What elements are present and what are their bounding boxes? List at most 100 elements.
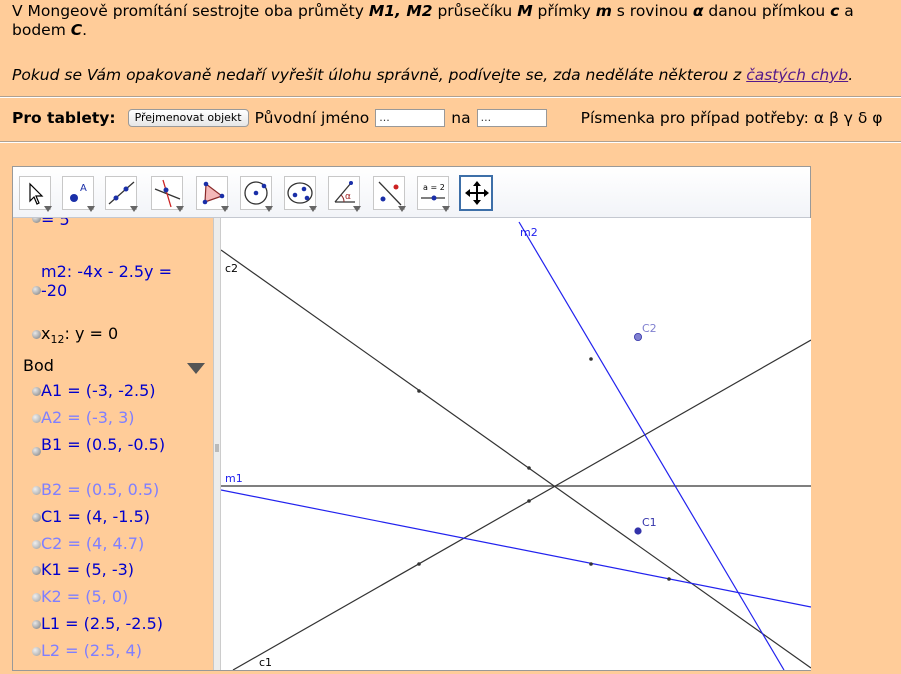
reflect-about-line-icon <box>378 181 402 206</box>
algebra-point-item[interactable]: K2 = (5, 0) <box>32 587 128 606</box>
point-B1[interactable] <box>527 499 531 503</box>
line-through-points-icon <box>108 181 135 205</box>
label-m2: m2 <box>520 226 538 239</box>
move-graphics-view-tool[interactable] <box>459 175 493 211</box>
algebra-point-text: A1 = (-3, -2.5) <box>41 381 156 400</box>
visibility-bullet-icon[interactable] <box>32 387 41 396</box>
x12-subscript: 12 <box>50 333 65 347</box>
task-text-part: M <box>517 2 533 20</box>
circle-tool[interactable] <box>240 176 273 212</box>
ellipse-icon <box>287 182 313 204</box>
original-name-input[interactable]: ... <box>375 109 446 127</box>
algebra-point-item[interactable]: A1 = (-3, -2.5) <box>32 381 156 400</box>
visibility-bullet-icon[interactable] <box>32 413 41 423</box>
svg-text:a = 2: a = 2 <box>423 183 445 192</box>
visibility-bullet-icon[interactable] <box>32 539 41 549</box>
visibility-bullet-icon[interactable] <box>32 286 41 295</box>
graphics-view[interactable]: c2 m2 C2 m1 C1 c1 <box>220 218 812 671</box>
reflect-tool[interactable] <box>373 176 406 212</box>
line-c2[interactable] <box>220 249 812 669</box>
algebra-point-text: L2 = (2.5, 4) <box>41 641 142 661</box>
label-c1: c1 <box>259 656 272 669</box>
visibility-bullet-icon[interactable] <box>32 620 41 630</box>
collapse-triangle-icon[interactable] <box>187 363 205 374</box>
four-way-arrow-icon <box>465 181 489 205</box>
point-C2[interactable] <box>633 333 642 342</box>
original-name-label: Původní jméno <box>254 109 370 127</box>
geogebra-applet: A α a = 2 = 5 m2: -4x - 2.5y = -20 x12: … <box>12 166 812 671</box>
line-tool[interactable] <box>105 176 138 212</box>
algebra-item-x12[interactable]: x12: y = 0 <box>32 324 118 347</box>
tool-menu-arrow-icon <box>221 206 229 212</box>
algebra-point-item[interactable]: A2 = (-3, 3) <box>32 408 135 427</box>
algebra-point-item[interactable]: L2 = (2.5, 4) <box>32 641 142 661</box>
common-mistakes-link[interactable]: častých chyb <box>746 66 848 84</box>
visibility-bullet-icon[interactable] <box>32 330 41 339</box>
perpendicular-line-icon <box>154 179 181 208</box>
point-K1[interactable] <box>667 577 671 581</box>
tablet-bar: Pro tablety: Přejmenovat objekt Původní … <box>12 107 883 129</box>
point-tool[interactable]: A <box>62 176 95 212</box>
visibility-bullet-icon[interactable] <box>32 647 41 657</box>
polygon-tool[interactable] <box>196 176 229 212</box>
category-bod[interactable]: Bod <box>23 356 54 375</box>
tool-menu-arrow-icon <box>44 206 52 212</box>
conic-tool[interactable] <box>284 176 317 212</box>
point-C1[interactable] <box>634 527 642 535</box>
rename-object-button[interactable]: Přejmenovat objekt <box>127 109 249 127</box>
svg-text:α: α <box>345 192 351 202</box>
divider-top <box>0 96 901 98</box>
tool-menu-arrow-icon <box>87 206 95 212</box>
algebra-point-text: B2 = (0.5, 0.5) <box>41 479 160 499</box>
tool-menu-arrow-icon <box>353 206 361 212</box>
tool-menu-arrow-icon <box>442 206 450 212</box>
hint-text: Pokud se Vám opakovaně nedaří vyřešit úl… <box>12 66 853 84</box>
visibility-bullet-icon[interactable] <box>32 446 41 456</box>
point-A1[interactable] <box>417 562 421 566</box>
task-text-part: c <box>830 2 840 20</box>
algebra-point-item[interactable]: L1 = (2.5, -2.5) <box>32 614 163 633</box>
task-text-part: s rovinou <box>611 2 693 20</box>
move-tool[interactable] <box>19 176 52 212</box>
algebra-point-item[interactable]: C1 = (4, -1.5) <box>32 507 150 526</box>
task-text-part: přímky <box>532 2 596 20</box>
point-L1[interactable] <box>589 562 593 566</box>
algebra-point-item[interactable]: B1 = (0.5, -0.5) <box>32 435 165 456</box>
slider-tool[interactable]: a = 2 <box>417 176 450 212</box>
algebra-item-m2[interactable]: m2: -4x - 2.5y = -20 <box>32 262 172 300</box>
task-text-part: m <box>595 2 612 20</box>
algebra-point-text: K1 = (5, -3) <box>41 560 135 580</box>
visibility-bullet-icon[interactable] <box>32 593 41 603</box>
new-name-input[interactable]: ... <box>476 109 547 127</box>
visibility-bullet-icon[interactable] <box>32 485 41 495</box>
angle-tool[interactable]: α <box>328 176 361 212</box>
visibility-bullet-icon[interactable] <box>32 566 41 576</box>
line-c1[interactable] <box>232 339 812 671</box>
task-text-part: průsečíku <box>432 2 518 20</box>
tool-menu-arrow-icon <box>265 206 273 212</box>
label-C1: C1 <box>642 516 657 529</box>
point-A2[interactable] <box>417 389 421 393</box>
visibility-bullet-icon[interactable] <box>32 218 41 223</box>
label-C2: C2 <box>642 322 657 335</box>
point-L2[interactable] <box>589 357 593 361</box>
algebra-item-partial[interactable]: = 5 <box>32 218 70 229</box>
svg-text:A: A <box>80 183 87 194</box>
algebra-item-text: = 5 <box>41 218 70 229</box>
line-m1[interactable] <box>220 489 812 608</box>
algebra-point-item[interactable]: K1 = (5, -3) <box>32 560 135 580</box>
hint-suffix: . <box>848 66 854 84</box>
task-text-part: danou přímkou <box>703 2 831 20</box>
arrow-cursor-icon <box>29 182 44 205</box>
visibility-bullet-icon[interactable] <box>32 512 41 522</box>
hint-prefix: Pokud se Vám opakovaně nedaří vyřešit úl… <box>12 66 747 84</box>
algebra-point-item[interactable]: B2 = (0.5, 0.5) <box>32 479 160 499</box>
tool-menu-arrow-icon <box>176 206 184 212</box>
task-text-part: C <box>70 21 83 39</box>
tablet-label: Pro tablety: <box>12 109 116 127</box>
perpendicular-line-tool[interactable] <box>151 176 184 212</box>
algebra-point-item[interactable]: C2 = (4, 4.7) <box>32 533 145 553</box>
line-m2[interactable] <box>518 221 785 671</box>
algebra-point-text: C2 = (4, 4.7) <box>41 533 145 553</box>
point-B2[interactable] <box>527 466 531 470</box>
